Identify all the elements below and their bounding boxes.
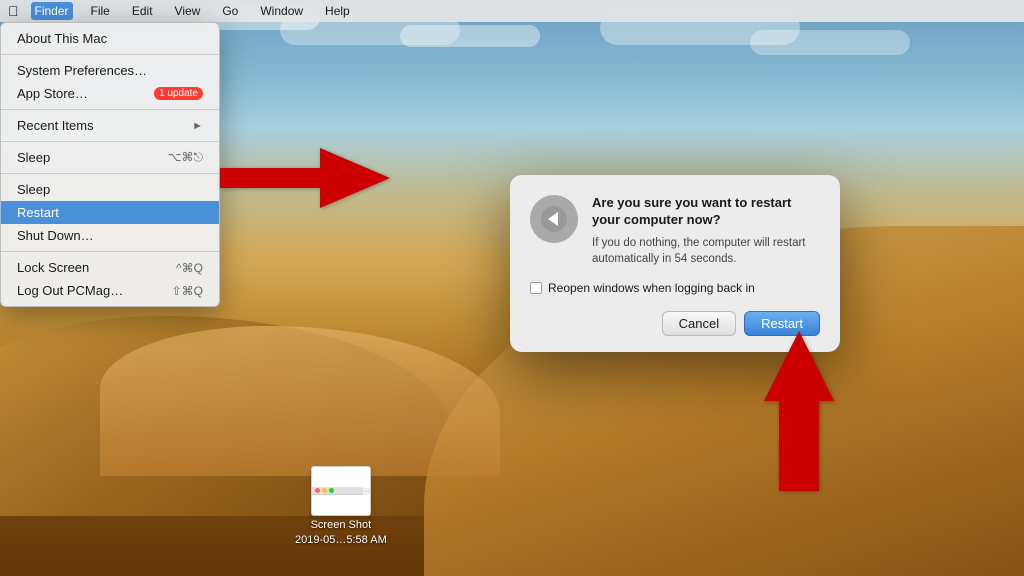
- screenshot-date: 2019-05…5:58 AM: [295, 534, 387, 546]
- dialog-title: Are you sure you want to restart your co…: [592, 195, 820, 229]
- menubar-edit[interactable]: Edit: [128, 2, 157, 20]
- arrow-left-indicator: [220, 148, 390, 213]
- app-store-badge: 1 update: [154, 87, 203, 100]
- menubar-finder[interactable]: Finder: [31, 2, 73, 20]
- reopen-windows-checkbox[interactable]: [530, 282, 542, 294]
- dialog-icon: [530, 195, 578, 243]
- desktop-icon-screenshot[interactable]: ··· Screen Shot 2019-05…5:58 AM: [295, 466, 387, 546]
- menubar-file[interactable]: File: [87, 2, 114, 20]
- menu-item-recent-items[interactable]: Recent Items ►: [1, 114, 219, 137]
- menu-item-logout[interactable]: Log Out PCMag… ⇧⌘Q: [1, 279, 219, 302]
- dialog-checkbox-row: Reopen windows when logging back in: [530, 281, 820, 295]
- menu-item-shutdown[interactable]: Shut Down…: [1, 224, 219, 247]
- logout-shortcut: ⇧⌘Q: [172, 284, 203, 298]
- apple-dropdown-menu: About This Mac System Preferences… App S…: [0, 22, 220, 307]
- cancel-button[interactable]: Cancel: [662, 311, 736, 336]
- screenshot-thumbnail: ···: [311, 466, 371, 516]
- cloud-3: [400, 25, 540, 47]
- menu-item-sleep[interactable]: Sleep: [1, 178, 219, 201]
- menu-separator-2: [1, 109, 219, 110]
- reopen-windows-label: Reopen windows when logging back in: [548, 281, 755, 295]
- force-quit-shortcut: ⌥⌘⎋: [168, 150, 203, 165]
- restart-dialog: Are you sure you want to restart your co…: [510, 175, 840, 352]
- menu-separator-1: [1, 54, 219, 55]
- menu-item-force-quit[interactable]: Sleep ⌥⌘⎋: [1, 146, 219, 169]
- lock-screen-shortcut: ^⌘Q: [176, 261, 203, 275]
- menubar-help[interactable]: Help: [321, 2, 354, 20]
- menubar-window[interactable]: Window: [256, 2, 307, 20]
- menu-item-restart[interactable]: Restart: [1, 201, 219, 224]
- menubar:  Finder File Edit View Go Window Help: [0, 0, 1024, 22]
- apple-menu-icon[interactable]: : [8, 3, 19, 19]
- menu-item-about[interactable]: About This Mac: [1, 27, 219, 50]
- dialog-body: If you do nothing, the computer will res…: [592, 235, 820, 267]
- dialog-text-area: Are you sure you want to restart your co…: [592, 195, 820, 267]
- menu-separator-5: [1, 251, 219, 252]
- dialog-content-area: Are you sure you want to restart your co…: [530, 195, 820, 267]
- menu-separator-4: [1, 173, 219, 174]
- screenshot-filename: Screen Shot: [311, 519, 372, 531]
- arrow-up-indicator: [764, 331, 834, 496]
- menu-separator-3: [1, 141, 219, 142]
- menu-item-app-store[interactable]: App Store… 1 update: [1, 82, 219, 105]
- menu-item-system-prefs[interactable]: System Preferences…: [1, 59, 219, 82]
- cloud-5: [750, 30, 910, 55]
- menubar-go[interactable]: Go: [218, 2, 242, 20]
- menubar-view[interactable]: View: [171, 2, 205, 20]
- menu-item-lock-screen[interactable]: Lock Screen ^⌘Q: [1, 256, 219, 279]
- recent-items-arrow: ►: [192, 120, 203, 132]
